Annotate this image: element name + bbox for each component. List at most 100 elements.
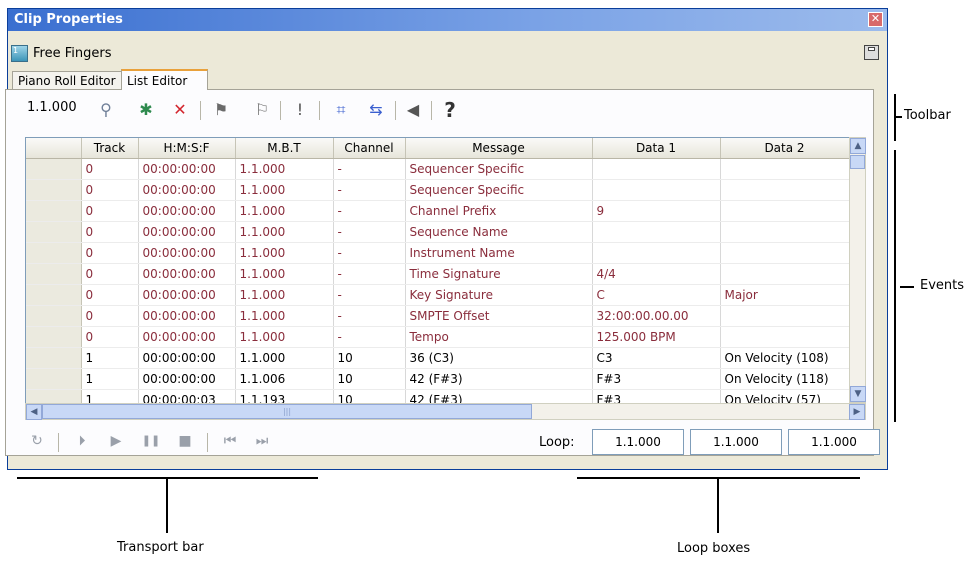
row-header[interactable] — [26, 221, 82, 243]
table-cell[interactable]: - — [333, 179, 406, 201]
speaker-icon[interactable]: ◀ — [403, 100, 423, 120]
table-cell[interactable]: 1.1.000 — [235, 326, 334, 348]
flag-end-icon[interactable]: ⚐ — [252, 100, 272, 120]
column-header[interactable]: M.B.T — [235, 138, 334, 159]
row-header[interactable] — [26, 158, 82, 180]
horizontal-scrollbar[interactable]: ◀ ||| ▶ — [25, 403, 866, 420]
table-cell[interactable]: 0 — [81, 158, 139, 180]
table-cell[interactable]: 32:00:00.00.00 — [592, 305, 721, 327]
exclamation-icon[interactable]: ! — [290, 100, 310, 120]
table-cell[interactable]: 00:00:00:00 — [138, 242, 236, 264]
scroll-right-icon[interactable]: ▶ — [849, 404, 865, 420]
table-cell[interactable]: 1.1.000 — [235, 221, 334, 243]
table-cell[interactable]: Channel Prefix — [405, 200, 593, 222]
rewind-to-start-icon[interactable]: ⏮ — [220, 431, 240, 451]
row-header[interactable] — [26, 326, 82, 348]
scrub-icon[interactable]: ⇆ — [366, 100, 386, 120]
table-cell[interactable]: SMPTE Offset — [405, 305, 593, 327]
row-header[interactable] — [26, 347, 82, 369]
table-cell[interactable]: On Velocity (108) — [720, 347, 849, 369]
loop-start-field[interactable]: 1.1.000 — [592, 429, 684, 455]
save-disk-icon[interactable] — [864, 45, 879, 60]
table-cell[interactable]: - — [333, 158, 406, 180]
pause-icon[interactable]: ❚❚ — [141, 431, 161, 451]
table-cell[interactable]: Instrument Name — [405, 242, 593, 264]
table-cell[interactable]: 0 — [81, 179, 139, 201]
column-header[interactable]: Data 1 — [592, 138, 721, 159]
table-cell[interactable]: - — [333, 326, 406, 348]
vertical-scroll-thumb[interactable] — [850, 155, 865, 169]
table-cell[interactable] — [720, 326, 849, 348]
table-cell[interactable]: On Velocity (118) — [720, 368, 849, 390]
table-cell[interactable]: 0 — [81, 284, 139, 306]
table-cell[interactable]: - — [333, 305, 406, 327]
table-cell[interactable]: - — [333, 200, 406, 222]
row-header[interactable] — [26, 368, 82, 390]
now-time-display[interactable]: 1.1.000 — [27, 100, 77, 115]
column-header[interactable]: Data 2 — [720, 138, 849, 159]
row-header[interactable] — [26, 242, 82, 264]
table-cell[interactable]: 0 — [81, 221, 139, 243]
table-cell[interactable]: Major — [720, 284, 849, 306]
table-row[interactable]: 0 00:00:00:00 1.1.000- Sequence Name — [26, 221, 849, 243]
table-cell[interactable]: 1.1.000 — [235, 200, 334, 222]
table-cell[interactable]: 10 — [333, 347, 406, 369]
table-cell[interactable]: 0 — [81, 263, 139, 285]
table-cell[interactable]: C3 — [592, 347, 721, 369]
help-icon[interactable]: ? — [440, 100, 460, 120]
table-row[interactable]: 0 00:00:00:00 1.1.000- Channel Prefix 9 — [26, 200, 849, 222]
row-header-corner[interactable] — [26, 138, 82, 159]
insert-event-icon[interactable]: ✱ — [136, 100, 156, 120]
table-cell[interactable]: 00:00:00:00 — [138, 305, 236, 327]
table-row[interactable]: 0 00:00:00:00 1.1.000- Time Signature 4/4 — [26, 263, 849, 285]
filter-funnel-icon[interactable]: ⚲ — [96, 100, 116, 120]
row-header[interactable] — [26, 305, 82, 327]
table-cell[interactable] — [720, 221, 849, 243]
scroll-up-icon[interactable]: ▲ — [850, 138, 866, 154]
table-cell[interactable]: 1.1.000 — [235, 305, 334, 327]
table-cell[interactable] — [592, 158, 721, 180]
refresh-icon[interactable]: ↻ — [27, 431, 47, 451]
table-cell[interactable]: 00:00:00:00 — [138, 200, 236, 222]
table-cell[interactable]: 9 — [592, 200, 721, 222]
row-header[interactable] — [26, 179, 82, 201]
table-cell[interactable]: - — [333, 242, 406, 264]
column-header[interactable]: Track — [81, 138, 139, 159]
table-cell[interactable]: 00:00:00:00 — [138, 368, 236, 390]
table-cell[interactable]: Time Signature — [405, 263, 593, 285]
title-bar[interactable]: Clip Properties ✕ — [8, 9, 887, 31]
table-cell[interactable] — [592, 242, 721, 264]
row-header[interactable] — [26, 263, 82, 285]
table-cell[interactable]: 1.1.000 — [235, 242, 334, 264]
table-cell[interactable]: Sequence Name — [405, 221, 593, 243]
table-cell[interactable]: C — [592, 284, 721, 306]
scroll-down-icon[interactable]: ▼ — [850, 386, 866, 402]
table-cell[interactable]: 0 — [81, 326, 139, 348]
table-cell[interactable] — [720, 200, 849, 222]
table-cell[interactable]: 36 (C3) — [405, 347, 593, 369]
flag-start-icon[interactable]: ⚑ — [211, 100, 231, 120]
table-row[interactable]: 0 00:00:00:00 1.1.000- Sequencer Specific — [26, 179, 849, 201]
table-cell[interactable] — [720, 158, 849, 180]
table-cell[interactable]: 1.1.000 — [235, 179, 334, 201]
table-cell[interactable]: Tempo — [405, 326, 593, 348]
table-cell[interactable]: 00:00:00:00 — [138, 221, 236, 243]
table-cell[interactable]: Key Signature — [405, 284, 593, 306]
table-cell[interactable]: 1 — [81, 368, 139, 390]
table-row[interactable]: 1 00:00:00:00 1.1.000 10 36 (C3) C3 On Velocit… — [26, 347, 849, 369]
table-cell[interactable] — [720, 305, 849, 327]
go-to-end-icon[interactable]: ⏭ — [252, 431, 272, 451]
table-cell[interactable]: 1.1.000 — [235, 158, 334, 180]
table-cell[interactable]: 1.1.000 — [235, 284, 334, 306]
table-cell[interactable]: - — [333, 284, 406, 306]
delete-icon[interactable]: ✕ — [170, 100, 190, 120]
table-cell[interactable]: Sequencer Specific — [405, 158, 593, 180]
table-cell[interactable]: 00:00:00:00 — [138, 326, 236, 348]
loop-end-field[interactable]: 1.1.000 — [690, 429, 782, 455]
table-row[interactable]: 0 00:00:00:00 1.1.000- Sequencer Specific — [26, 158, 849, 180]
table-cell[interactable]: 1 — [81, 347, 139, 369]
table-cell[interactable] — [592, 179, 721, 201]
table-cell[interactable]: 0 — [81, 305, 139, 327]
table-row[interactable]: 0 00:00:00:00 1.1.000- Instrument Name — [26, 242, 849, 264]
table-cell[interactable] — [720, 263, 849, 285]
